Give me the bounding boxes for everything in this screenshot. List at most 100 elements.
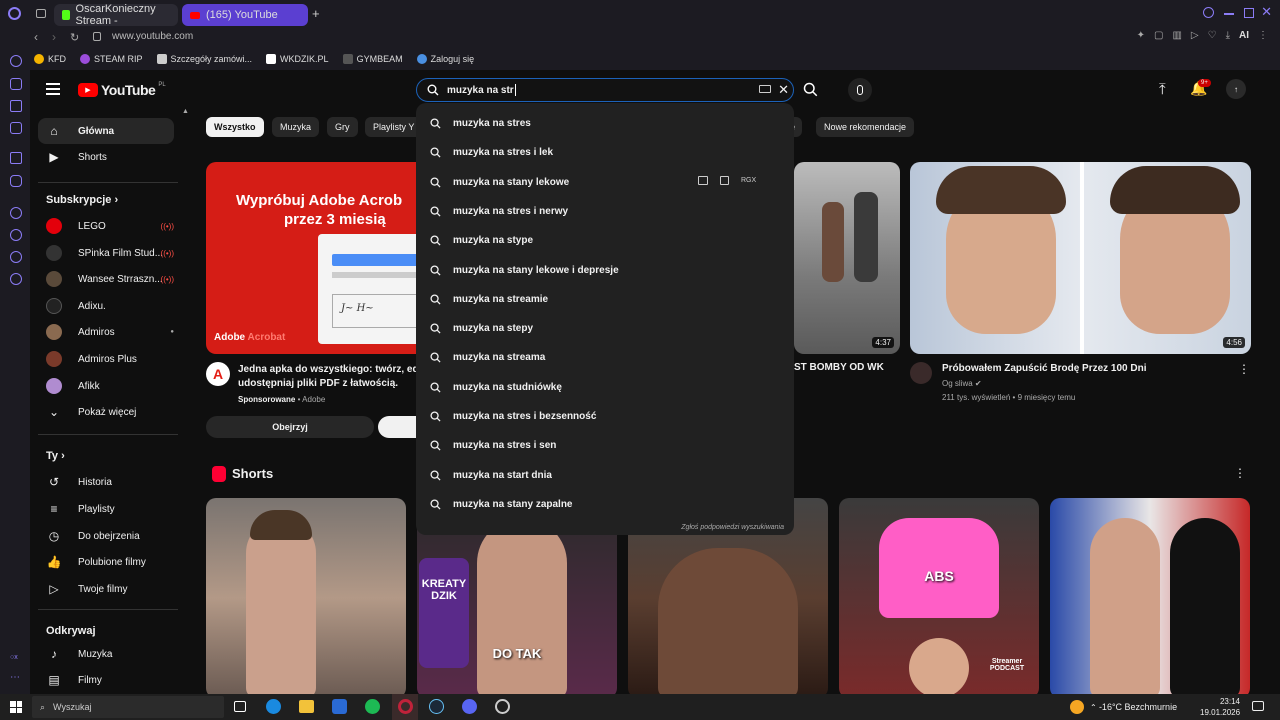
subscription-spinka[interactable]: SPinka Film Stud... ((•)) [38, 240, 174, 266]
sidebar-item-music[interactable]: ♪ Muzyka [38, 641, 174, 667]
chip-music[interactable]: Muzyka [272, 117, 320, 137]
twitch-icon[interactable] [10, 152, 22, 164]
clock[interactable]: 23:14 19.01.2026 [1200, 696, 1240, 718]
upload-icon[interactable]: ⤒ [1159, 81, 1166, 98]
bookmark-zaloguj[interactable]: Zaloguj się [416, 54, 474, 64]
search-suggestion[interactable]: muzyka na stype [416, 226, 794, 255]
heart-icon[interactable]: ♡ [1208, 30, 1217, 41]
discord-icon[interactable] [462, 699, 477, 714]
chip-all[interactable]: Wszystko [206, 117, 264, 137]
sidebar-scrollbar[interactable]: ▲ [182, 108, 189, 694]
url-text[interactable]: www.youtube.com [112, 31, 193, 42]
obs-icon[interactable] [495, 699, 510, 714]
hamburger-menu-icon[interactable] [46, 83, 60, 95]
sidebar-item-movies[interactable]: ▤ Filmy [38, 667, 174, 693]
clock-icon[interactable] [10, 229, 22, 241]
bookmark-kfd[interactable]: KFD [34, 54, 66, 64]
settings-icon[interactable] [10, 273, 22, 285]
search-box[interactable]: muzyka na str ✕ [416, 78, 794, 102]
music-app-icon[interactable] [10, 122, 22, 134]
search-suggestion[interactable]: muzyka na stres i lek [416, 138, 794, 167]
edge-icon[interactable] [266, 699, 281, 714]
search-suggestion[interactable]: muzyka na streama [416, 343, 794, 372]
picture-in-picture-icon[interactable] [698, 176, 708, 185]
spotify-icon[interactable] [365, 699, 380, 714]
subscription-lego[interactable]: LEGO ((•)) [38, 213, 174, 239]
sidebar-item-liked[interactable]: 👍 Polubione filmy [38, 549, 174, 575]
steam-icon[interactable] [429, 699, 444, 714]
you-heading[interactable]: Ty › [46, 450, 65, 462]
youtube-logo[interactable]: ▶ YouTube PL [78, 82, 166, 98]
bookmark-szczegoly[interactable]: Szczegóły zamówi... [156, 54, 252, 64]
sidebar-item-shorts[interactable]: ▶ Shorts [38, 144, 174, 170]
weather-icon[interactable] [1070, 700, 1084, 714]
show-more-button[interactable]: ⌄ Pokaż więcej [38, 399, 174, 425]
reload-icon[interactable]: ↻ [70, 31, 79, 44]
ad-title[interactable]: Jedna apka do wszystkiego: twórz, ed udo… [238, 363, 418, 391]
video-title[interactable]: Próbowałem Zapuścić Brodę Przez 100 Dni [942, 363, 1147, 374]
sidebar-item-home[interactable]: ⌂ Główna [38, 118, 174, 144]
search-suggestion[interactable]: muzyka na stres i bezsenność [416, 402, 794, 431]
shorts-menu-icon[interactable]: ⋮ [1234, 466, 1246, 480]
browser-logo-icon[interactable] [8, 7, 21, 20]
file-explorer-icon[interactable] [299, 700, 314, 713]
short-card[interactable] [206, 498, 406, 694]
tab-oscarkonieczny[interactable]: OscarKonieczny Stream - [54, 3, 178, 27]
taskbar-search[interactable]: ⌕ Wyszukaj [32, 696, 224, 718]
windows-start-icon[interactable] [10, 701, 22, 713]
more-panel-icon[interactable]: ○x [10, 654, 18, 661]
subscription-admiros-plus[interactable]: Admiros Plus [38, 346, 174, 372]
search-suggestion[interactable]: muzyka na stres i nerwy [416, 197, 794, 226]
close-window-icon[interactable]: ✕ [1261, 4, 1272, 20]
forward-icon[interactable]: › [52, 30, 56, 44]
account-avatar[interactable]: ↑ [1226, 79, 1246, 99]
screenshot-icon[interactable]: ▢ [1154, 30, 1163, 41]
search-suggestion[interactable]: muzyka na stepy [416, 314, 794, 343]
menu-icon[interactable]: ⋮ [1258, 30, 1268, 41]
sidebar-item-your-videos[interactable]: ▷ Twoje filmy [38, 576, 174, 602]
search-suggestion[interactable]: muzyka na studniówkę [416, 373, 794, 402]
clear-search-icon[interactable]: ✕ [778, 82, 789, 98]
instagram-icon[interactable] [10, 78, 22, 90]
back-icon[interactable]: ‹ [34, 30, 38, 44]
bookmark-wkdzik[interactable]: WKDZIK.PL [266, 54, 329, 64]
bookmark-steam-rip[interactable]: STEAM RIP [80, 54, 143, 64]
minimize-icon[interactable] [1224, 13, 1234, 15]
subscription-admiros[interactable]: Admiros ● [38, 319, 174, 345]
voice-search-button[interactable] [848, 78, 872, 102]
sidebar-item-history[interactable]: ↺ Historia [38, 469, 174, 495]
subscription-wansee[interactable]: Wansee Strraszn... ((•)) [38, 266, 174, 292]
task-view-icon[interactable] [234, 701, 246, 712]
search-icon[interactable] [1203, 7, 1214, 18]
sidebar-item-watch-later[interactable]: ◷ Do obejrzenia [38, 523, 174, 549]
cube-icon[interactable] [10, 251, 22, 263]
vk-icon[interactable] [10, 100, 22, 112]
player-icon[interactable] [10, 207, 22, 219]
store-icon[interactable] [332, 699, 347, 714]
subscription-adixu[interactable]: Adixu. [38, 293, 174, 319]
channel-avatar[interactable] [910, 362, 932, 384]
tab-youtube[interactable]: (165) YouTube [182, 4, 308, 26]
messenger-icon[interactable] [10, 55, 22, 67]
opera-gx-taskbar-button[interactable] [392, 694, 418, 720]
report-suggestions-link[interactable]: Zgłoś podpowiedzi wyszukiwania [681, 524, 784, 531]
search-suggestion[interactable]: muzyka na stres [416, 109, 794, 138]
channel-name[interactable]: Og sliwa ✔ [942, 379, 982, 388]
video-menu-icon[interactable]: ⋮ [1238, 362, 1250, 376]
video-title[interactable]: ST BOMBY OD WK [794, 362, 884, 373]
new-tab-icon[interactable]: + [312, 6, 320, 21]
search-suggestion[interactable]: muzyka na stany zapalne [416, 490, 794, 519]
download-icon[interactable]: ⤓ [1226, 30, 1230, 41]
search-button[interactable] [803, 82, 818, 102]
ad-secondary-button[interactable] [378, 416, 418, 438]
play-icon[interactable]: ▷ [1191, 30, 1199, 41]
panel-menu-icon[interactable]: ⋯ [10, 672, 20, 683]
ad-watch-button[interactable]: Obejrzyj [206, 416, 374, 438]
subscriptions-heading[interactable]: Subskrypcje › [46, 194, 118, 206]
search-suggestion[interactable]: muzyka na start dnia [416, 461, 794, 490]
weather-text[interactable]: ⌃ -16°C Bezchmurnie [1090, 702, 1177, 712]
discord-icon[interactable] [10, 175, 22, 187]
chip-new-recommendations[interactable]: Nowe rekomendacje [816, 117, 915, 137]
workspaces-icon[interactable] [36, 9, 46, 18]
notification-center-icon[interactable] [1252, 701, 1264, 711]
